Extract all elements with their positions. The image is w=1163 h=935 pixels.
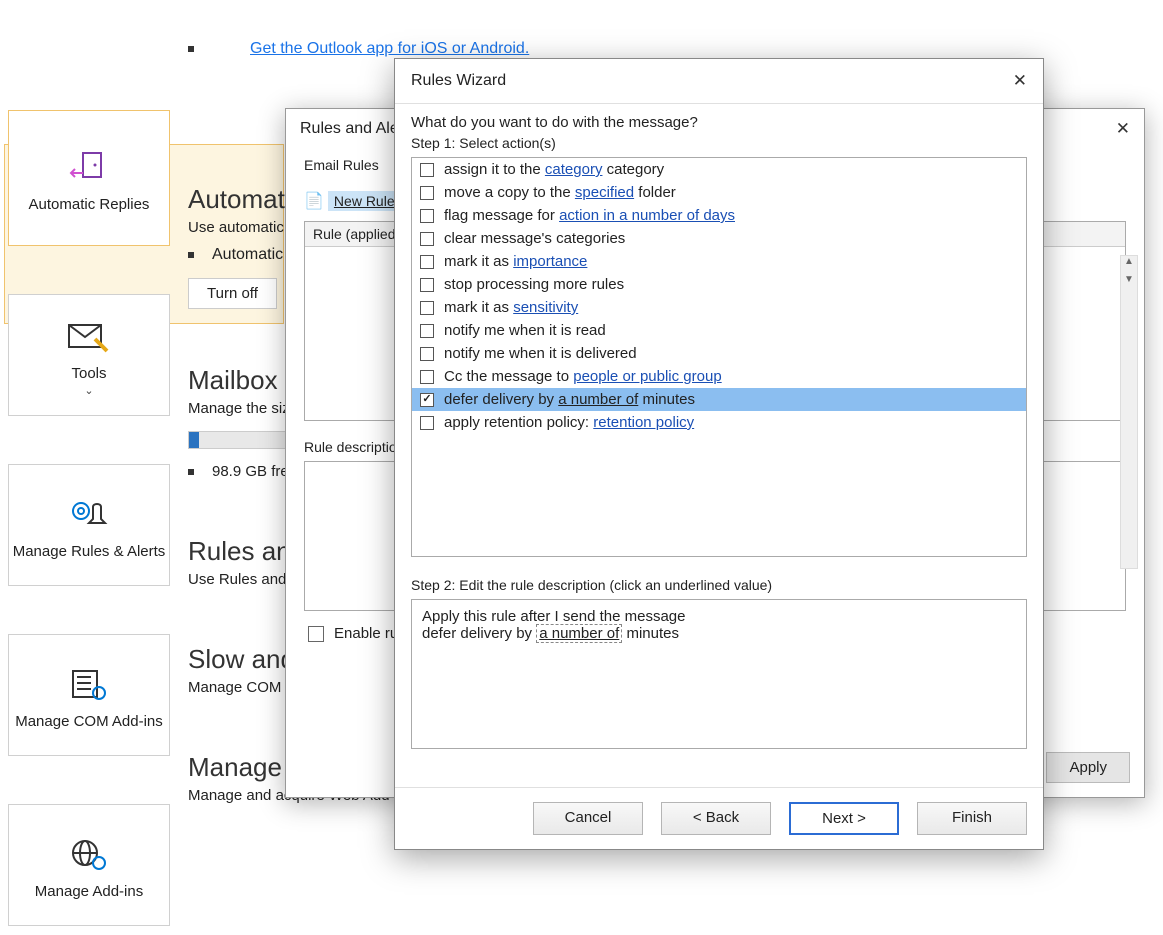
back-button[interactable]: < Back <box>661 802 771 835</box>
manage-com-tile[interactable]: Manage COM Add-ins <box>8 634 170 756</box>
automatic-replies-tile[interactable]: Automatic Replies <box>8 110 170 246</box>
action-link[interactable]: people or public group <box>573 368 721 385</box>
action-text: Cc the message to people or public group <box>444 366 722 387</box>
action-text: stop processing more rules <box>444 274 624 295</box>
action-row-11[interactable]: apply retention policy: retention policy <box>412 411 1026 434</box>
a-number-of-link[interactable]: a number of <box>536 624 622 643</box>
enable-rss-checkbox[interactable] <box>308 626 324 642</box>
action-row-4[interactable]: mark it as importance <box>412 250 1026 273</box>
step1-label: Step 1: Select action(s) <box>411 135 1027 151</box>
action-link[interactable]: a number of <box>558 391 638 408</box>
action-checkbox[interactable] <box>420 393 434 407</box>
rule-description-editor[interactable]: Apply this rule after I send the message… <box>411 599 1027 749</box>
action-row-6[interactable]: mark it as sensitivity <box>412 296 1026 319</box>
action-link[interactable]: action in a number of days <box>559 207 735 224</box>
action-text: notify me when it is read <box>444 320 606 341</box>
action-checkbox[interactable] <box>420 186 434 200</box>
tile-label: Manage Rules & Alerts <box>13 543 166 560</box>
desc-line-2-post: minutes <box>622 625 679 642</box>
action-text: mark it as sensitivity <box>444 297 578 318</box>
action-checkbox[interactable] <box>420 301 434 315</box>
action-link[interactable]: sensitivity <box>513 299 578 316</box>
reply-arrow-icon <box>69 144 109 190</box>
tile-label: Manage COM Add-ins <box>15 713 163 730</box>
tile-label: Tools <box>71 365 106 382</box>
action-row-8[interactable]: notify me when it is delivered <box>412 342 1026 365</box>
action-row-3[interactable]: clear message's categories <box>412 227 1026 250</box>
desc-line-1: Apply this rule after I send the message <box>422 608 1016 625</box>
action-text: notify me when it is delivered <box>444 343 637 364</box>
action-row-2[interactable]: flag message for action in a number of d… <box>412 204 1026 227</box>
action-checkbox[interactable] <box>420 232 434 246</box>
next-button[interactable]: Next > <box>789 802 899 835</box>
action-link[interactable]: retention policy <box>593 414 694 431</box>
action-text: defer delivery by a number of minutes <box>444 389 695 410</box>
envelope-tools-icon <box>67 313 111 359</box>
action-row-9[interactable]: Cc the message to people or public group <box>412 365 1026 388</box>
action-row-7[interactable]: notify me when it is read <box>412 319 1026 342</box>
action-row-5[interactable]: stop processing more rules <box>412 273 1026 296</box>
desc-line-2-pre: defer delivery by <box>422 625 536 642</box>
action-checkbox[interactable] <box>420 209 434 223</box>
tools-tile[interactable]: Tools ⌄ <box>8 294 170 416</box>
tile-label: Manage Add-ins <box>35 883 143 900</box>
actions-list[interactable]: assign it to the category categorymove a… <box>411 157 1027 557</box>
action-link[interactable]: category <box>545 161 603 178</box>
action-text: mark it as importance <box>444 251 587 272</box>
action-link[interactable]: importance <box>513 253 587 270</box>
action-text: flag message for action in a number of d… <box>444 205 735 226</box>
action-text: move a copy to the specified folder <box>444 182 676 203</box>
action-text: apply retention policy: retention policy <box>444 412 694 433</box>
get-outlook-app-link[interactable]: Get the Outlook app for iOS or Android. <box>250 40 529 57</box>
turn-off-button[interactable]: Turn off <box>188 278 277 309</box>
action-text: clear message's categories <box>444 228 625 249</box>
action-row-1[interactable]: move a copy to the specified folder <box>412 181 1026 204</box>
apply-button[interactable]: Apply <box>1046 752 1130 783</box>
action-checkbox[interactable] <box>420 370 434 384</box>
action-checkbox[interactable] <box>420 278 434 292</box>
manage-rules-tile[interactable]: Manage Rules & Alerts <box>8 464 170 586</box>
cancel-button[interactable]: Cancel <box>533 802 643 835</box>
scrollbar[interactable]: ▲▼ <box>1120 255 1138 569</box>
rules-wizard-dialog: Rules Wizard ✕ What do you want to do wi… <box>394 58 1044 850</box>
close-icon[interactable]: ✕ <box>1116 119 1130 139</box>
close-icon[interactable]: ✕ <box>1013 71 1027 91</box>
gear-bell-icon <box>67 491 111 537</box>
action-checkbox[interactable] <box>420 255 434 269</box>
action-row-0[interactable]: assign it to the category category <box>412 158 1026 181</box>
action-row-10[interactable]: defer delivery by a number of minutes <box>412 388 1026 411</box>
step2-label: Step 2: Edit the rule description (click… <box>411 577 1027 593</box>
manage-addins-tile[interactable]: Manage Add-ins <box>8 804 170 926</box>
action-text: assign it to the category category <box>444 159 664 180</box>
action-checkbox[interactable] <box>420 416 434 430</box>
action-checkbox[interactable] <box>420 324 434 338</box>
chevron-down-icon: ⌄ <box>84 384 93 397</box>
action-checkbox[interactable] <box>420 163 434 177</box>
action-link[interactable]: specified <box>575 184 634 201</box>
globe-gear-icon <box>69 831 109 877</box>
action-checkbox[interactable] <box>420 347 434 361</box>
list-gear-icon <box>69 661 109 707</box>
finish-button[interactable]: Finish <box>917 802 1027 835</box>
wizard-question: What do you want to do with the message? <box>411 114 1027 131</box>
wizard-title: Rules Wizard <box>411 72 506 90</box>
tile-label: Automatic Replies <box>29 196 150 213</box>
